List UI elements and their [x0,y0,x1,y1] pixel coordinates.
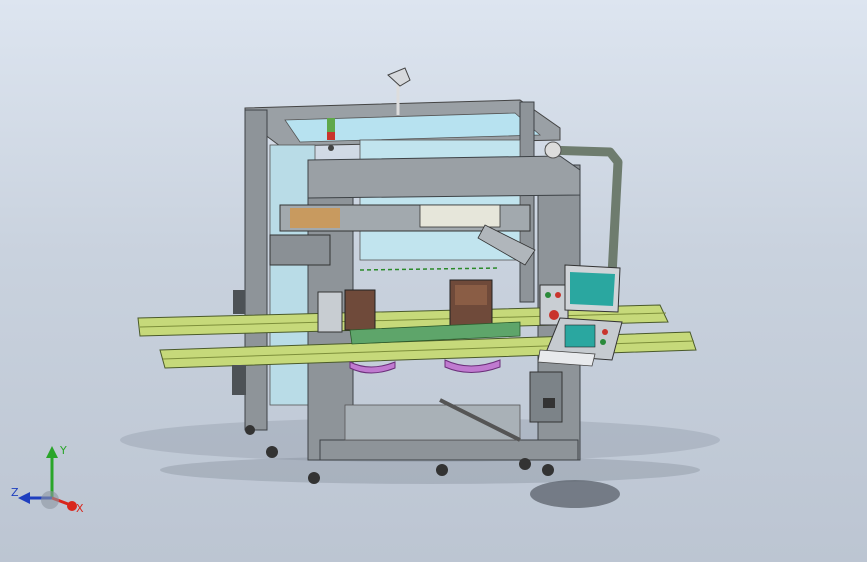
vent-upper [233,290,245,314]
coordinate-triad-icon: Y Z X [11,444,84,515]
machine-model[interactable] [0,0,867,562]
hmi-shadow [530,480,620,508]
vent-lower [232,365,246,395]
y-axis-label: Y [59,444,67,457]
x-axis-label: X [76,502,84,515]
door-window [317,291,343,333]
power-switch [543,398,555,408]
cad-viewport[interactable]: Y Z X [0,0,867,562]
electrical-box [529,371,563,423]
z-axis-label: Z [11,486,19,499]
